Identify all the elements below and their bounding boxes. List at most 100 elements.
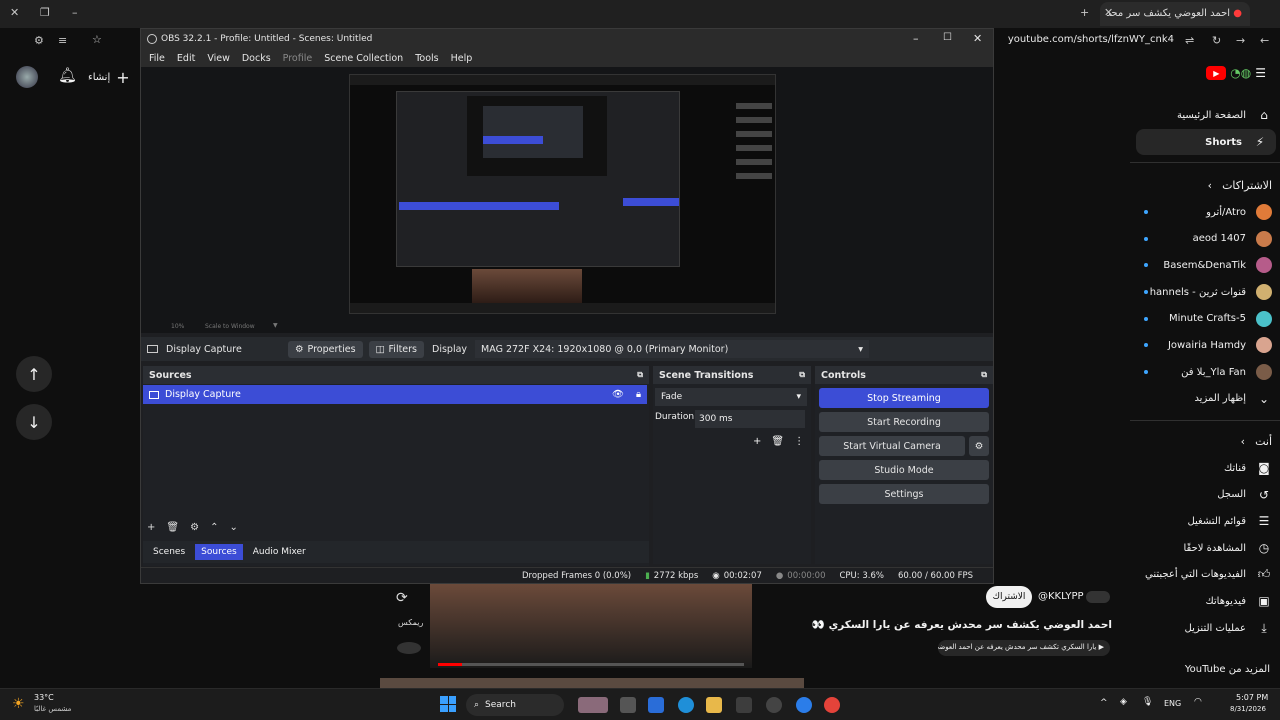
site-settings-icon[interactable]: ⇌ [1185,34,1194,47]
obs-taskbar-icon[interactable] [766,697,782,713]
channel-avatar[interactable] [1086,591,1110,603]
preview-area[interactable] [141,67,993,321]
subscribe-button[interactable]: الاشتراك [986,586,1032,608]
subscription-item[interactable]: 5-Minute Crafts [1130,305,1280,332]
close-icon[interactable]: ✕ [10,6,19,19]
windows-start-icon[interactable] [440,696,456,712]
url-bar[interactable]: youtube.com/shorts/lfznWY_cnk4 [1008,34,1174,45]
preview-canvas[interactable] [349,74,776,314]
sidebar-item-download[interactable]: ⤓ عمليات التنزيل [1130,615,1280,642]
undock-icon[interactable]: ⧉ [981,370,987,380]
more-options-icon[interactable]: ⋮ [794,436,804,447]
sound-thumbnail[interactable] [397,642,421,654]
sidebar-item-video[interactable]: ▣ فيديوهاتك [1130,588,1280,615]
virtual-camera-settings-button[interactable]: ⚙ [969,436,989,456]
studio-mode-button[interactable]: Studio Mode [819,460,989,480]
duration-input[interactable]: 300 ms [695,410,805,428]
sidebar-item-channel[interactable]: ◙ قناتك [1130,455,1280,482]
zoom-level[interactable]: 10% [171,323,184,330]
undock-icon[interactable]: ⧉ [799,370,805,380]
notifications-bell-icon[interactable]: 🔔︎ [58,66,77,84]
back-icon[interactable]: → [1236,34,1245,47]
channel-name[interactable]: @KKLYPP [1038,591,1084,602]
related-video-chip[interactable]: ▶ يارا السكري تكشف سر محدش يعرفه عن احمد… [938,640,1110,656]
clock-time[interactable]: 5:07 PM [1236,693,1268,702]
microphone-icon[interactable]: 🎙︎ [1142,697,1153,707]
clock-date[interactable]: 8/31/2026 [1230,705,1266,713]
subscription-item[interactable]: Basem&DenaTik [1130,252,1280,279]
filters-button[interactable]: ◫ Filters [368,340,425,358]
reload-icon[interactable]: ↻ [1212,34,1221,47]
create-button[interactable]: إنشاء + [88,66,130,88]
next-short-button[interactable]: ↓ [16,404,52,440]
menu-edit[interactable]: Edit [177,53,195,64]
menu-hamburger-icon[interactable]: ☰ [1255,66,1266,80]
sidebar-item-shorts[interactable]: ⚡︎ Shorts [1136,128,1276,156]
minimize-icon[interactable]: – [913,32,919,45]
maximize-icon[interactable]: ☐ [943,32,952,43]
sidebar-icon[interactable]: ≡ [58,34,67,47]
gear-icon[interactable]: ⚙ [190,522,199,533]
properties-button[interactable]: ⚙ Properties [288,340,363,358]
short-video[interactable] [430,584,752,668]
youtube-logo[interactable]: ▶ ◔◍ ☰ [1206,66,1266,80]
previous-short-button[interactable]: ↑ [16,356,52,392]
you-header[interactable]: أنت › [1130,428,1280,455]
sidebar-item-clock[interactable]: ◷ المشاهدة لاحقًا [1130,535,1280,562]
close-icon[interactable]: ✕ [973,32,982,45]
menu-docks[interactable]: Docks [242,53,271,64]
lock-icon[interactable]: 🔒︎ [636,389,641,400]
taskbar-search[interactable]: ⌕ Search [466,694,564,716]
subscription-item[interactable]: قنوات ثرين - hannels [1130,279,1280,306]
language-indicator[interactable]: ENG [1164,699,1181,708]
chrome-icon[interactable] [824,697,840,713]
subscription-item[interactable]: Jowairia Hamdy [1130,332,1280,359]
wifi-icon[interactable]: ◠ [1194,697,1202,707]
bookmark-star-icon[interactable]: ☆ [92,33,102,46]
weather-sun-icon[interactable]: ☀ [12,696,25,712]
show-more-button[interactable]: ⌄ إظهار المزيد [1130,386,1280,413]
display-select[interactable]: MAG 272F X24: 1920x1080 @ 0,0 (Primary M… [475,340,870,358]
new-tab-icon[interactable]: + [1080,6,1089,19]
chevron-up-icon[interactable]: ^ [1100,698,1108,708]
trash-icon[interactable]: 🗑︎ [771,436,784,447]
subscriptions-header[interactable]: الاشتراكات › [1130,172,1280,199]
menu-file[interactable]: File [149,53,165,64]
remix-icon[interactable]: ⟳ [396,590,408,606]
widget-thumbnail[interactable] [578,697,608,713]
store-icon[interactable] [736,697,752,713]
video-progress[interactable] [438,663,744,666]
source-row[interactable]: Display Capture 👁︎ 🔒︎ [143,385,647,404]
sidebar-item-home[interactable]: ⌂ الصفحة الرئيسية [1130,102,1280,129]
start-recording-button[interactable]: Start Recording [819,412,989,432]
avatar[interactable] [16,66,38,88]
menu-profile[interactable]: Profile [283,53,313,64]
file-explorer-icon[interactable] [706,697,722,713]
eye-visibility-icon[interactable]: 👁︎ [612,389,624,400]
network-icon[interactable]: ◈ [1120,697,1127,707]
menu-view[interactable]: View [207,53,230,64]
start-virtual-camera-button[interactable]: Start Virtual Camera [819,436,965,456]
sidebar-item-like[interactable]: 👍︎ الفيديوهات التي أعجبتني [1130,561,1280,588]
transition-select[interactable]: Fade ▾ [655,388,807,406]
minimize-icon[interactable]: – [72,6,78,19]
task-view-icon[interactable] [620,697,636,713]
trash-icon[interactable]: 🗑︎ [166,522,179,533]
sidebar-item-playlist[interactable]: ☰ قوائم التشغيل [1130,508,1280,535]
subscription-item[interactable]: Yla Fan_بلا فن [1130,359,1280,386]
forward-icon[interactable]: ← [1260,34,1269,47]
browser-taskbar-icon[interactable] [796,697,812,713]
move-up-icon[interactable]: ⌃ [210,522,218,533]
tab-close-icon[interactable]: ✕ [1104,6,1113,19]
extensions-icon[interactable]: ⚙ [34,34,44,47]
menu-scene-collection[interactable]: Scene Collection [324,53,403,64]
menu-tools[interactable]: Tools [415,53,438,64]
menu-help[interactable]: Help [451,53,473,64]
scale-dropdown[interactable]: Scale to Window [205,323,255,330]
edge-icon[interactable] [678,697,694,713]
tab-audio-mixer[interactable]: Audio Mixer [247,544,312,560]
tab-sources[interactable]: Sources [195,544,243,560]
add-transition-icon[interactable]: + [753,436,761,447]
sidebar-item-history[interactable]: ↺ السجل [1130,481,1280,508]
restore-icon[interactable]: ❐ [40,6,50,19]
